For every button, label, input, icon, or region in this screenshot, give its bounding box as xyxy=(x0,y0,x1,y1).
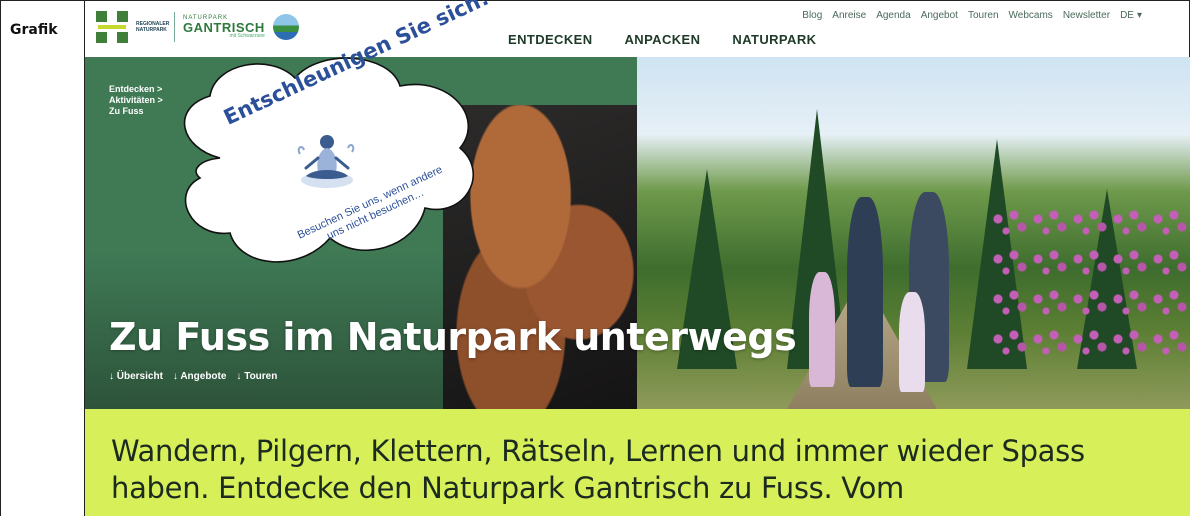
topnav-agenda[interactable]: Agenda xyxy=(876,10,910,21)
anchor-links: ↓ Übersicht ↓ Angebote ↓ Touren xyxy=(109,371,277,382)
topnav-newsletter[interactable]: Newsletter xyxy=(1063,10,1110,21)
thought-cloud-callout: Entschleunigen Sie sich! Besuchen Sie un… xyxy=(160,0,493,280)
language-switcher[interactable]: DE ▾ xyxy=(1120,10,1142,21)
topnav-webcams[interactable]: Webcams xyxy=(1009,10,1053,21)
mainnav-entdecken[interactable]: ENTDECKEN xyxy=(508,32,593,47)
breadcrumb: Entdecken > Aktivitäten > Zu Fuss xyxy=(109,84,163,117)
side-label: Grafik xyxy=(10,22,58,38)
logo-separator xyxy=(174,12,175,42)
landscape-globe-icon xyxy=(272,14,299,40)
topnav-blog[interactable]: Blog xyxy=(802,10,822,21)
mainnav-anpacken[interactable]: ANPACKEN xyxy=(625,32,701,47)
chevron-down-icon: ▾ xyxy=(1136,10,1142,21)
page-title: Zu Fuss im Naturpark unterwegs xyxy=(109,315,797,359)
main-navigation: ENTDECKEN ANPACKEN NATURPARK xyxy=(508,32,816,47)
anchor-uebersicht[interactable]: ↓ Übersicht xyxy=(109,371,163,382)
swiss-parks-logo-icon xyxy=(96,11,128,43)
mainnav-naturpark[interactable]: NATURPARK xyxy=(732,32,816,47)
breadcrumb-entdecken[interactable]: Entdecken > xyxy=(109,84,163,95)
topnav-anreise[interactable]: Anreise xyxy=(832,10,866,21)
anchor-touren[interactable]: ↓ Touren xyxy=(236,371,277,382)
anchor-angebote[interactable]: ↓ Angebote xyxy=(173,371,227,382)
naturpark-wordmark: NATURPARK GANTRISCH mit Schwarzsee xyxy=(183,15,265,39)
top-navigation: Blog Anreise Agenda Angebot Touren Webca… xyxy=(802,10,1142,21)
meditation-icon xyxy=(297,135,355,188)
regional-park-text: REGIONALER NATURPARK xyxy=(136,21,170,33)
topnav-touren[interactable]: Touren xyxy=(968,10,999,21)
breadcrumb-current: Zu Fuss xyxy=(109,106,144,116)
breadcrumb-aktivitaeten[interactable]: Aktivitäten > xyxy=(109,95,163,106)
intro-section: Wandern, Pilgern, Klettern, Rätseln, Ler… xyxy=(85,409,1190,516)
naturpark-sub: mit Schwarzsee xyxy=(229,33,265,39)
topnav-angebot[interactable]: Angebot xyxy=(921,10,958,21)
site-logo[interactable]: REGIONALER NATURPARK NATURPARK GANTRISCH… xyxy=(96,10,299,44)
language-label: DE xyxy=(1120,10,1134,21)
intro-text: Wandern, Pilgern, Klettern, Rätseln, Ler… xyxy=(111,434,1085,505)
